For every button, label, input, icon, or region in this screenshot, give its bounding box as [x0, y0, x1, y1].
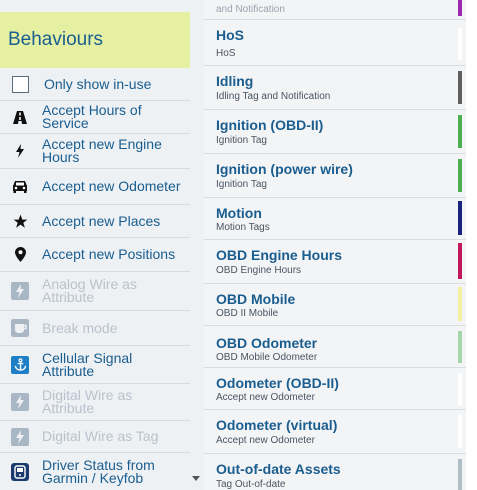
behaviour-item-label: Accept Hours of Service — [42, 102, 142, 131]
right-edge — [466, 0, 477, 490]
list-item-hos[interactable]: HoS HoS — [204, 20, 466, 66]
behaviour-item-label: Accept new Engine Hours — [42, 136, 162, 165]
list-item-title: Odometer (virtual) — [216, 417, 338, 433]
list-item-subtitle: Idling Tag and Notification — [216, 91, 331, 102]
behaviour-item-break-mode[interactable]: Break mode — [0, 311, 190, 346]
behaviour-item-digital-wire-tag[interactable]: Digital Wire as Tag — [0, 421, 190, 453]
behaviour-item-label: Digital Wire as Tag — [42, 428, 159, 444]
list-item-title: OBD Mobile — [216, 291, 296, 307]
list-item-obd-engine-hours[interactable]: OBD Engine Hours OBD Engine Hours — [204, 240, 466, 284]
list-item-color-bar — [458, 115, 462, 148]
list-item-color-bar — [458, 0, 462, 16]
list-item-color-bar — [458, 331, 462, 363]
list-item-subtitle: HoS — [216, 48, 236, 59]
list-item-color-bar — [458, 287, 462, 321]
list-item-subtitle: Ignition Tag — [216, 179, 267, 190]
checkbox-icon[interactable] — [11, 75, 29, 93]
list-item-title: Out-of-date Assets — [216, 461, 341, 477]
list-item-subtitle: Accept new Odometer — [216, 392, 315, 403]
behaviour-item-label: Cellular Signal Attribute — [42, 349, 133, 379]
behaviours-panel: Behaviours Only show in-use Accept Hours… — [0, 0, 191, 490]
behaviours-header: Behaviours — [0, 12, 190, 68]
list-item-title: OBD Engine Hours — [216, 247, 343, 263]
list-item-motion[interactable]: Motion Motion Tags — [204, 198, 466, 240]
behaviour-item-label: Analog Wire as Attribute — [42, 276, 137, 305]
map-pin-icon — [11, 246, 29, 264]
list-item-title: Ignition (OBD-II) — [216, 117, 324, 133]
behaviour-item-positions[interactable]: Accept new Positions — [0, 238, 190, 272]
lightning-icon — [11, 282, 29, 300]
star-icon — [11, 212, 29, 230]
behaviour-item-hos[interactable]: Accept Hours of Service — [0, 101, 190, 134]
device-icon — [11, 462, 29, 481]
list-item-subtitle: Accept new Odometer — [216, 435, 315, 446]
scroll-down-arrow-icon[interactable] — [192, 476, 200, 481]
list-item-color-bar — [458, 373, 462, 405]
list-item-title: OBD Odometer — [216, 335, 318, 351]
hos-road-icon — [11, 108, 29, 126]
behaviour-item-label: Accept new Places — [42, 212, 161, 229]
behaviour-item-digital-wire-attribute[interactable]: Digital Wire as Attribute — [0, 384, 190, 421]
behaviour-item-label: Driver Status from Garmin / Keyfob — [42, 456, 155, 486]
list-item-subtitle: Ignition Tag — [216, 135, 267, 146]
behaviour-item-label: Digital Wire as Attribute — [42, 387, 133, 416]
list-item-subtitle: OBD Engine Hours — [216, 265, 302, 276]
list-item-obd-odometer[interactable]: OBD Odometer OBD Mobile Odometer — [204, 326, 466, 368]
behaviour-item-analog-wire[interactable]: Analog Wire as Attribute — [0, 272, 190, 311]
list-item-subtitle: OBD Mobile Odometer — [216, 352, 318, 363]
only-show-in-use-toggle[interactable]: Only show in-use — [0, 68, 190, 101]
list-item-out-of-date-assets[interactable]: Out-of-date Assets Tag Out-of-date — [204, 454, 466, 490]
list-item-obd-mobile[interactable]: OBD Mobile OBD II Mobile — [204, 284, 466, 326]
list-item-title: HoS — [216, 27, 244, 43]
behaviour-item-odometer[interactable]: Accept new Odometer — [0, 169, 190, 205]
list-item-partial[interactable]: and Notification — [204, 0, 466, 20]
list-item-subtitle: Tag Out-of-date — [216, 479, 286, 490]
behaviour-item-places[interactable]: Accept new Places — [0, 205, 190, 238]
list-item-color-bar — [458, 159, 462, 192]
left-scrollbar[interactable] — [190, 0, 204, 490]
coffee-icon — [11, 319, 29, 337]
behaviour-list: and Notification HoS HoS Idling Idling T… — [204, 0, 466, 490]
anchor-icon — [11, 355, 29, 374]
car-icon — [11, 178, 29, 196]
list-item-subtitle: OBD II Mobile — [216, 308, 279, 319]
only-show-in-use-label: Only show in-use — [44, 75, 152, 92]
list-item-title: Odometer (OBD-II) — [216, 375, 339, 391]
behaviour-item-engine-hours[interactable]: Accept new Engine Hours — [0, 134, 190, 169]
list-item-subtitle: and Notification — [216, 4, 285, 15]
list-item-subtitle: Motion Tags — [216, 222, 270, 233]
behaviour-item-label: Break mode — [42, 319, 118, 336]
list-item-odometer-virtual[interactable]: Odometer (virtual) Accept new Odometer — [204, 410, 466, 454]
list-item-ignition-obd[interactable]: Ignition (OBD-II) Ignition Tag — [204, 110, 466, 154]
list-item-color-bar — [458, 28, 462, 60]
list-item-color-bar — [458, 201, 462, 235]
list-item-title: Idling — [216, 73, 254, 89]
lightning-icon — [11, 142, 29, 160]
list-item-odometer-obd[interactable]: Odometer (OBD-II) Accept new Odometer — [204, 368, 466, 410]
list-item-color-bar — [458, 243, 462, 279]
list-item-idling[interactable]: Idling Idling Tag and Notification — [204, 66, 466, 110]
list-item-title: Ignition (power wire) — [216, 161, 353, 177]
list-item-title: Motion — [216, 205, 262, 221]
list-item-color-bar — [458, 459, 462, 490]
behaviour-item-driver-status[interactable]: Driver Status from Garmin / Keyfob — [0, 453, 190, 490]
behaviour-item-label: Accept new Positions — [42, 246, 176, 262]
list-item-color-bar — [458, 415, 462, 448]
behaviour-item-label: Accept new Odometer — [42, 178, 181, 194]
behaviour-item-cellular-signal[interactable]: Cellular Signal Attribute — [0, 346, 190, 384]
list-item-color-bar — [458, 71, 462, 104]
list-item-ignition-power-wire[interactable]: Ignition (power wire) Ignition Tag — [204, 154, 466, 198]
lightning-icon — [11, 393, 29, 411]
lightning-icon — [11, 427, 29, 446]
